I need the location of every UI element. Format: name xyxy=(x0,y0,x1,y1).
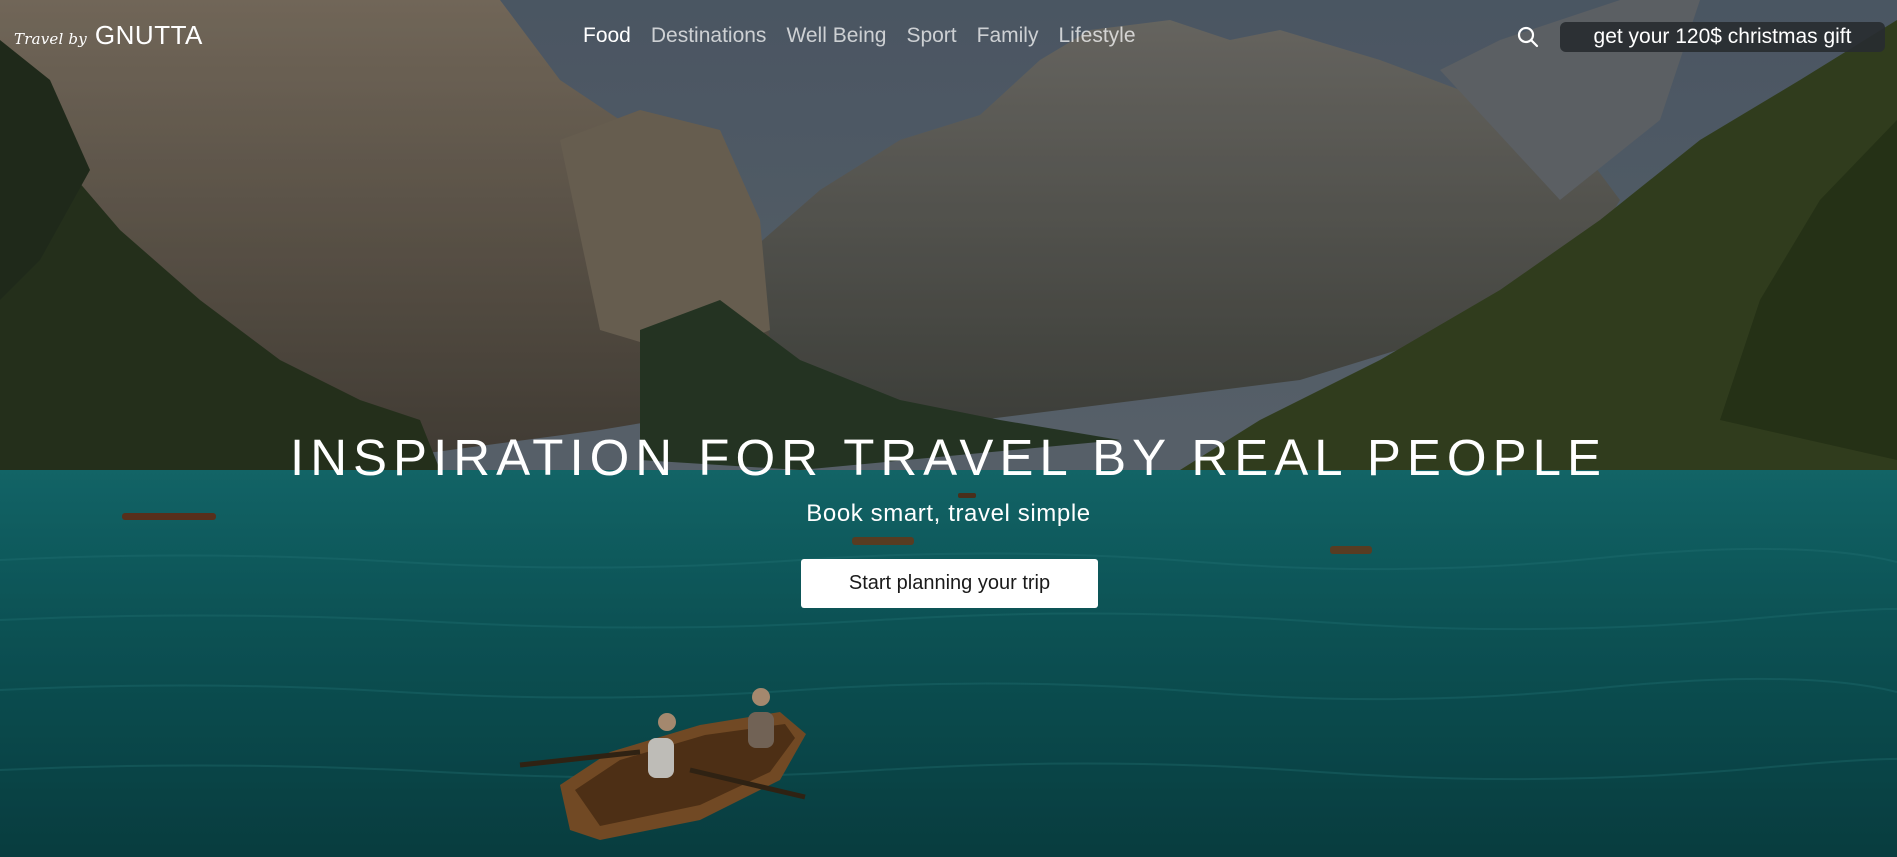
search-icon[interactable] xyxy=(1516,25,1540,49)
nav-item-sport[interactable]: Sport xyxy=(906,24,956,48)
brand-logo[interactable]: Travel by GNUTTA xyxy=(14,20,203,51)
nav-item-family[interactable]: Family xyxy=(977,24,1039,48)
hero-title: INSPIRATION FOR TRAVEL BY REAL PEOPLE xyxy=(290,429,1607,486)
brand-name: GNUTTA xyxy=(94,20,203,50)
nav-item-lifestyle[interactable]: Lifestyle xyxy=(1058,24,1135,48)
nav-item-well-being[interactable]: Well Being xyxy=(786,24,886,48)
christmas-gift-button[interactable]: get your 120$ christmas gift xyxy=(1560,22,1885,52)
main-menu: Food Destinations Well Being Sport Famil… xyxy=(583,24,1136,48)
nav-item-destinations[interactable]: Destinations xyxy=(651,24,767,48)
hero-subtitle: Book smart, travel simple xyxy=(806,500,1091,527)
start-planning-button[interactable]: Start planning your trip xyxy=(801,559,1098,608)
hero-section: Travel by GNUTTA Food Destinations Well … xyxy=(0,0,1897,857)
brand-script: Travel by xyxy=(14,30,87,48)
top-navbar: Travel by GNUTTA Food Destinations Well … xyxy=(0,0,1897,72)
nav-item-food[interactable]: Food xyxy=(583,24,631,48)
